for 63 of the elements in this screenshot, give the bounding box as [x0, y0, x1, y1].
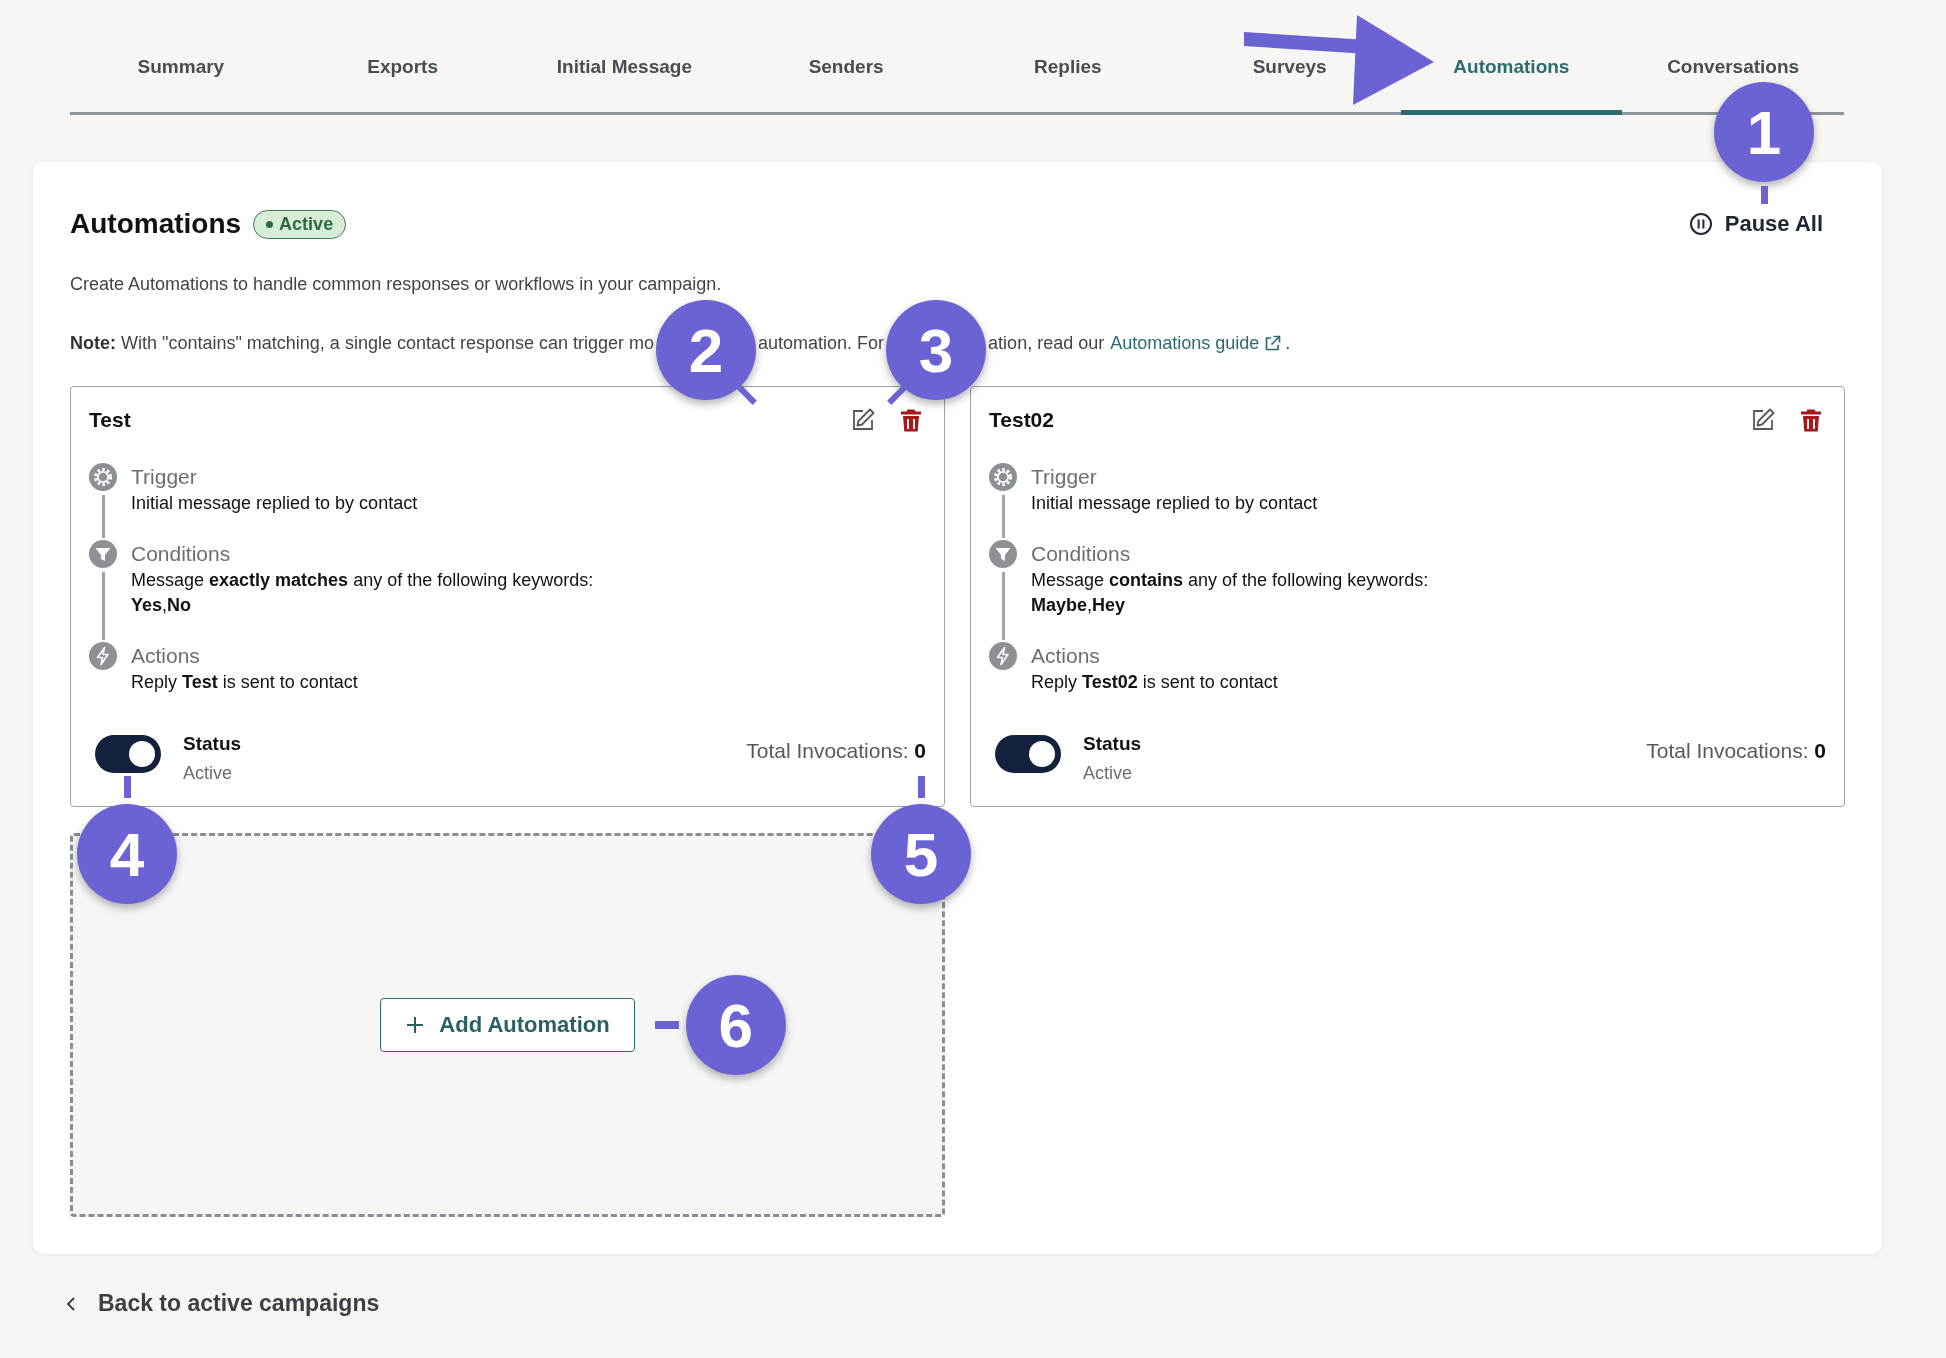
step-label: Trigger	[1031, 464, 1098, 490]
plus-icon	[405, 1015, 426, 1035]
lightning-icon	[89, 642, 117, 670]
tab[interactable]: Summary	[137, 52, 225, 82]
status-toggle[interactable]	[95, 735, 161, 773]
description: Create Automations to handle common responses or workflows in your campaign.	[70, 273, 723, 296]
step-label: Actions	[1031, 643, 1101, 669]
invocations-count: Total Invocations: 0	[746, 739, 926, 763]
tab[interactable]: Replies	[1034, 52, 1102, 82]
guide-link[interactable]: Automations guide	[1110, 332, 1282, 354]
step-label: Trigger	[131, 464, 198, 490]
step-label: Actions	[131, 643, 201, 669]
tab[interactable]: Conversations	[1667, 52, 1800, 82]
status-label: Status	[1083, 733, 1142, 755]
delete-icon[interactable]	[1800, 407, 1822, 433]
pause-all-button[interactable]: Pause All	[1688, 211, 1823, 237]
invocations-count: Total Invocations: 0	[1646, 739, 1826, 763]
step-description: Reply Test02 is sent to contact	[1031, 671, 1278, 694]
edit-icon[interactable]	[850, 407, 876, 433]
automation-title: Test	[89, 408, 131, 432]
step-description: Initial message replied to by contact	[1031, 492, 1318, 515]
funnel-icon	[89, 540, 117, 568]
step-description: Message contains any of the following keywords:	[1031, 569, 1429, 592]
tab[interactable]: Senders	[808, 52, 884, 82]
step-description: Maybe,Hey	[1031, 594, 1127, 617]
note-text: automation. For	[758, 332, 885, 354]
step-description: Yes,No	[131, 594, 193, 617]
note-text: .	[1285, 332, 1291, 354]
step-description: Message exactly matches any of the following keywords:	[131, 569, 594, 592]
tab[interactable]: Exports	[367, 52, 438, 82]
funnel-icon	[989, 540, 1017, 568]
external-link-icon	[1264, 334, 1282, 352]
gear-icon	[89, 463, 117, 491]
pause-icon	[1688, 212, 1713, 236]
status-value: Active	[1083, 763, 1134, 784]
back-link[interactable]: Back to active campaigns	[64, 1290, 380, 1317]
step-label: Conditions	[1031, 541, 1132, 567]
add-automation-button[interactable]: Add Automation	[380, 998, 635, 1052]
note-text: Note: With "contains" matching, a single contact response can trigger mo	[70, 332, 655, 354]
status-value: Active	[183, 763, 234, 784]
step-label: Conditions	[131, 541, 232, 567]
edit-icon[interactable]	[1750, 407, 1776, 433]
status-badge: Active	[253, 209, 347, 239]
step-number: 4	[77, 804, 177, 904]
status-label: Status	[183, 733, 242, 755]
tab[interactable]: Initial Message	[556, 52, 692, 82]
tab[interactable]: Automations	[1453, 52, 1570, 82]
delete-icon[interactable]	[900, 407, 922, 433]
page-title: Automations	[70, 208, 242, 240]
step-number: 5	[871, 804, 971, 904]
step-description: Reply Test is sent to contact	[131, 671, 358, 694]
note-text: ation, read our	[988, 332, 1105, 354]
gear-icon	[989, 463, 1017, 491]
step-description: Initial message replied to by contact	[131, 492, 418, 515]
step-number: 1	[1714, 82, 1814, 182]
tab[interactable]: Surveys	[1252, 52, 1327, 82]
chevron-left-icon	[64, 1294, 78, 1313]
step-number: 3	[886, 300, 987, 400]
lightning-icon	[989, 642, 1017, 670]
step-number: 2	[656, 300, 757, 400]
status-toggle[interactable]	[995, 735, 1061, 773]
automation-title: Test02	[989, 408, 1054, 432]
step-number: 6	[685, 975, 786, 1075]
